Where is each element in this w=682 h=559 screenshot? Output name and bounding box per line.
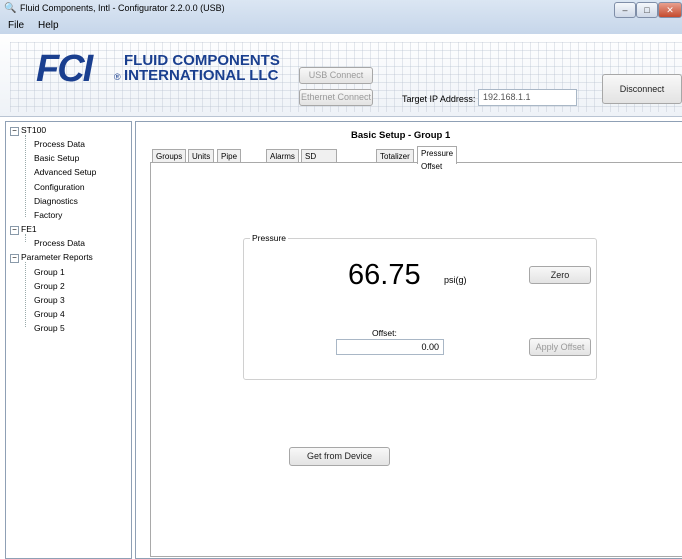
collapse-icon[interactable]: − xyxy=(10,254,19,263)
menu-bar: File Help xyxy=(0,17,682,34)
pressure-value: 66.75 xyxy=(348,259,421,291)
target-ip-label: Target IP Address: xyxy=(402,94,476,104)
tree-item-group-1[interactable]: Group 1 xyxy=(34,267,65,277)
company-name-line2: INTERNATIONAL LLC xyxy=(124,67,279,84)
title-bar: 🔍 Fluid Components, Intl - Configurator … xyxy=(0,0,682,34)
tree-item-configuration[interactable]: Configuration xyxy=(34,182,85,192)
close-button[interactable]: ✕ xyxy=(658,2,682,18)
pressure-group: Pressure 66.75 psi(g) Zero Offset: 0.00 … xyxy=(243,233,597,380)
tree-node-st100[interactable]: ST100 xyxy=(21,125,46,135)
tree-item-advanced-setup[interactable]: Advanced Setup xyxy=(34,167,96,177)
tree-node-fe1[interactable]: FE1 xyxy=(21,224,37,234)
tree-item-group-4[interactable]: Group 4 xyxy=(34,309,65,319)
header-banner: FCI ® FLUID COMPONENTS INTERNATIONAL LLC… xyxy=(0,34,682,117)
tree-item-group-3[interactable]: Group 3 xyxy=(34,295,65,305)
menu-help[interactable]: Help xyxy=(38,20,59,31)
pressure-unit: psi(g) xyxy=(444,275,467,285)
target-ip-field[interactable]: 192.168.1.1 xyxy=(478,89,577,106)
apply-offset-button[interactable]: Apply Offset xyxy=(529,338,591,356)
window-controls: – □ ✕ xyxy=(614,2,682,18)
tree-item-group-2[interactable]: Group 2 xyxy=(34,281,65,291)
main-panel: Basic Setup - Group 1 Groups Units Pipe … xyxy=(135,121,682,559)
registered-mark: ® xyxy=(114,72,121,82)
company-name-line1: FLUID COMPONENTS xyxy=(124,52,280,69)
tab-units[interactable]: Units xyxy=(188,149,215,163)
company-name: FLUID COMPONENTS INTERNATIONAL LLC xyxy=(124,53,280,83)
navigation-tree: − ST100 Process Data Basic Setup Advance… xyxy=(5,121,132,559)
tree-item-factory[interactable]: Factory xyxy=(34,210,62,220)
logo-mark-text: FCI xyxy=(36,48,93,90)
tree-item-basic-setup[interactable]: Basic Setup xyxy=(34,153,79,163)
ethernet-connect-button[interactable]: Ethernet Connect xyxy=(299,89,373,106)
zero-button[interactable]: Zero xyxy=(529,266,591,284)
offset-field[interactable]: 0.00 xyxy=(336,339,444,355)
tree-connector xyxy=(25,234,26,242)
tree-connector xyxy=(25,135,26,217)
tree-item-diagnostics[interactable]: Diagnostics xyxy=(34,196,78,206)
tree-node-parameter-reports[interactable]: Parameter Reports xyxy=(21,252,93,262)
pressure-group-label: Pressure xyxy=(250,233,289,243)
window-title: Fluid Components, Intl - Configurator 2.… xyxy=(20,3,225,13)
maximize-button[interactable]: □ xyxy=(636,2,658,18)
fci-logo: FCI xyxy=(36,48,93,90)
tab-pipe-size[interactable]: Pipe Size xyxy=(217,149,242,174)
offset-label: Offset: xyxy=(372,328,397,338)
tree-connector xyxy=(25,262,26,327)
menu-file[interactable]: File xyxy=(8,20,24,31)
tree-item-process-data[interactable]: Process Data xyxy=(34,139,85,149)
tab-totalizer[interactable]: Totalizer xyxy=(376,149,414,163)
minimize-button[interactable]: – xyxy=(614,2,636,18)
disconnect-button[interactable]: Disconnect xyxy=(602,74,682,104)
collapse-icon[interactable]: − xyxy=(10,127,19,136)
tree-item-group-5[interactable]: Group 5 xyxy=(34,323,65,333)
tab-pressure-offset[interactable]: Pressure Offset xyxy=(417,146,458,171)
tab-groups[interactable]: Groups xyxy=(152,149,187,163)
tree-item-fe1-process-data[interactable]: Process Data xyxy=(34,238,85,248)
page-title: Basic Setup - Group 1 xyxy=(351,130,451,141)
tab-sd-card-logging[interactable]: SD Card Logging xyxy=(301,149,338,187)
binoculars-icon: 🔍 xyxy=(4,3,17,14)
pressure-offset-panel: Pressure 66.75 psi(g) Zero Offset: 0.00 … xyxy=(150,162,682,557)
collapse-icon[interactable]: − xyxy=(10,226,19,235)
tab-alarms[interactable]: Alarms xyxy=(266,149,299,163)
usb-connect-button[interactable]: USB Connect xyxy=(299,67,373,84)
get-from-device-button[interactable]: Get from Device xyxy=(289,447,390,466)
